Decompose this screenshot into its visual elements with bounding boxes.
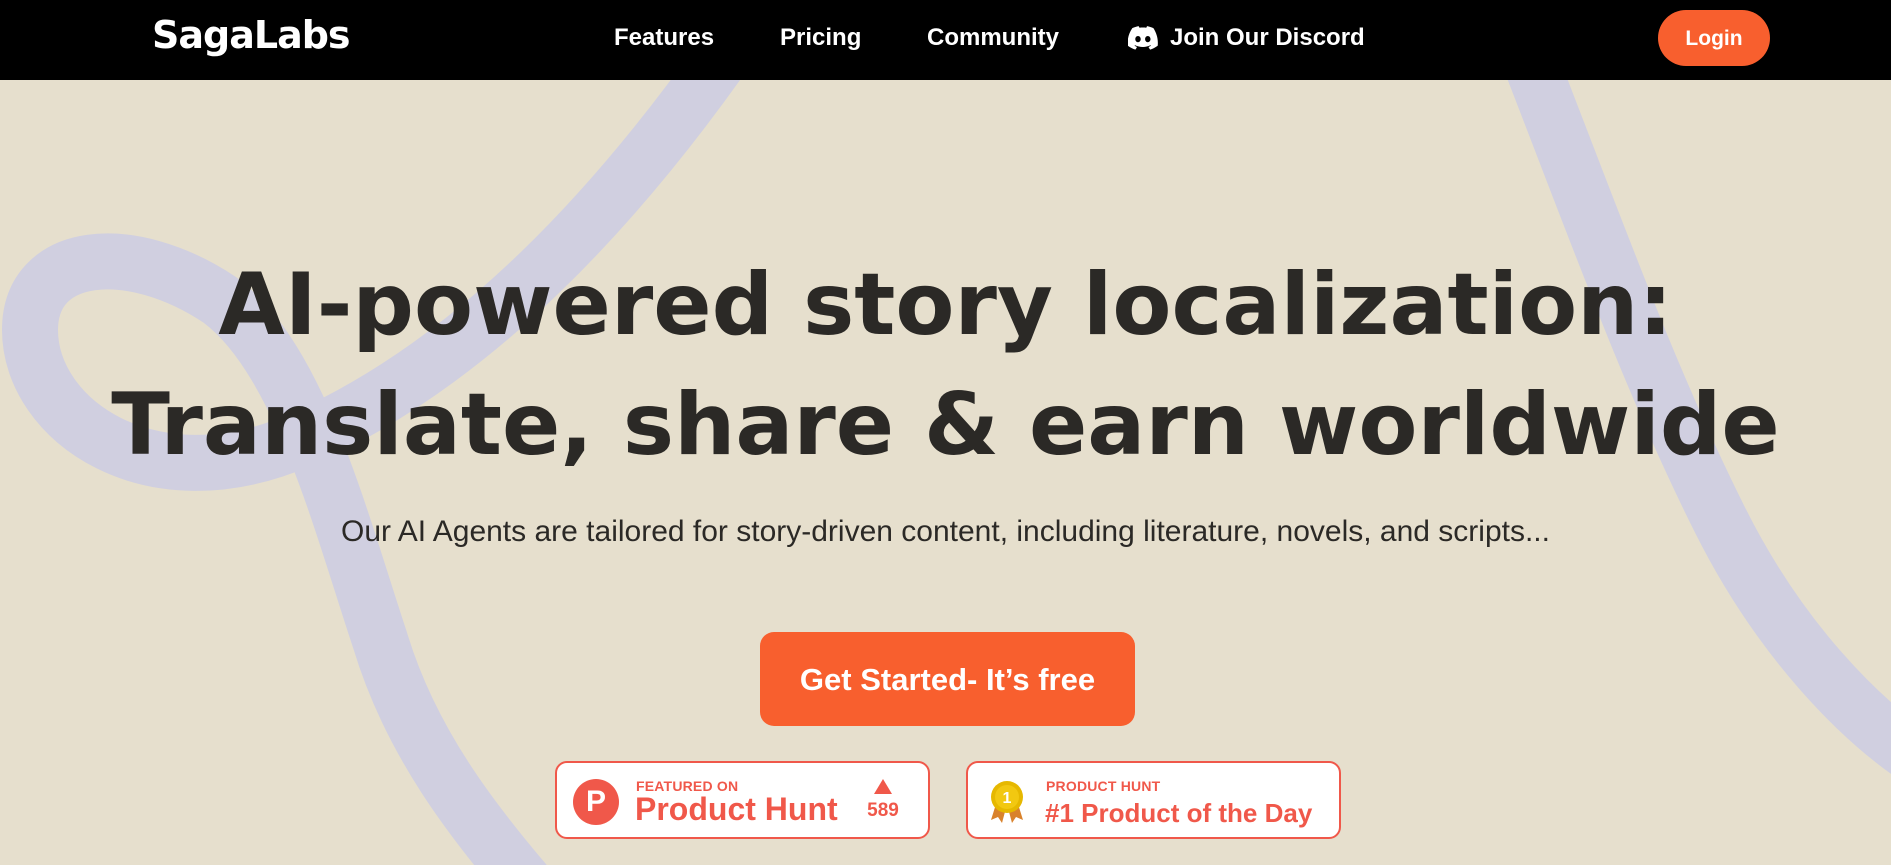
hero-title: AI-powered story localization: Translate… [0, 245, 1891, 485]
product-of-the-day-badge[interactable]: 1 PRODUCT HUNT #1 Product of the Day [966, 761, 1341, 839]
upvote-counter: 589 [863, 779, 903, 822]
nav-link-features[interactable]: Features [614, 22, 714, 54]
landing-page: SagaLabs Features Pricing Community Join… [0, 0, 1891, 865]
hero-title-line-1: AI-powered story localization: [218, 255, 1673, 355]
nav-link-pricing[interactable]: Pricing [780, 22, 861, 54]
nav-link-community[interactable]: Community [927, 22, 1059, 54]
upvote-arrow-icon [874, 779, 892, 794]
medal-icon: 1 [991, 781, 1023, 823]
nav-link-discord[interactable]: Join Our Discord [1128, 22, 1365, 54]
sagalabs-logo[interactable]: SagaLabs [152, 12, 351, 58]
medal-number: 1 [1003, 790, 1012, 807]
login-button[interactable]: Login [1658, 10, 1770, 66]
discord-icon [1128, 26, 1158, 50]
product-of-the-day-label: #1 Product of the Day [1045, 798, 1313, 828]
product-hunt-logo-icon: P [573, 779, 619, 825]
top-navbar: SagaLabs Features Pricing Community Join… [0, 0, 1891, 80]
product-hunt-small-label: PRODUCT HUNT [1046, 778, 1161, 794]
nav-link-discord-label: Join Our Discord [1170, 24, 1365, 51]
upvote-count: 589 [867, 800, 899, 821]
product-hunt-featured-badge[interactable]: P FEATURED ON Product Hunt 589 [555, 761, 930, 839]
hero-title-line-2: Translate, share & earn worldwide [111, 375, 1780, 475]
get-started-button[interactable]: Get Started- It’s free [760, 632, 1135, 726]
hero-section: AI-powered story localization: Translate… [0, 80, 1891, 865]
hero-subtitle: Our AI Agents are tailored for story-dri… [341, 515, 1550, 548]
product-hunt-label: Product Hunt [635, 791, 838, 827]
